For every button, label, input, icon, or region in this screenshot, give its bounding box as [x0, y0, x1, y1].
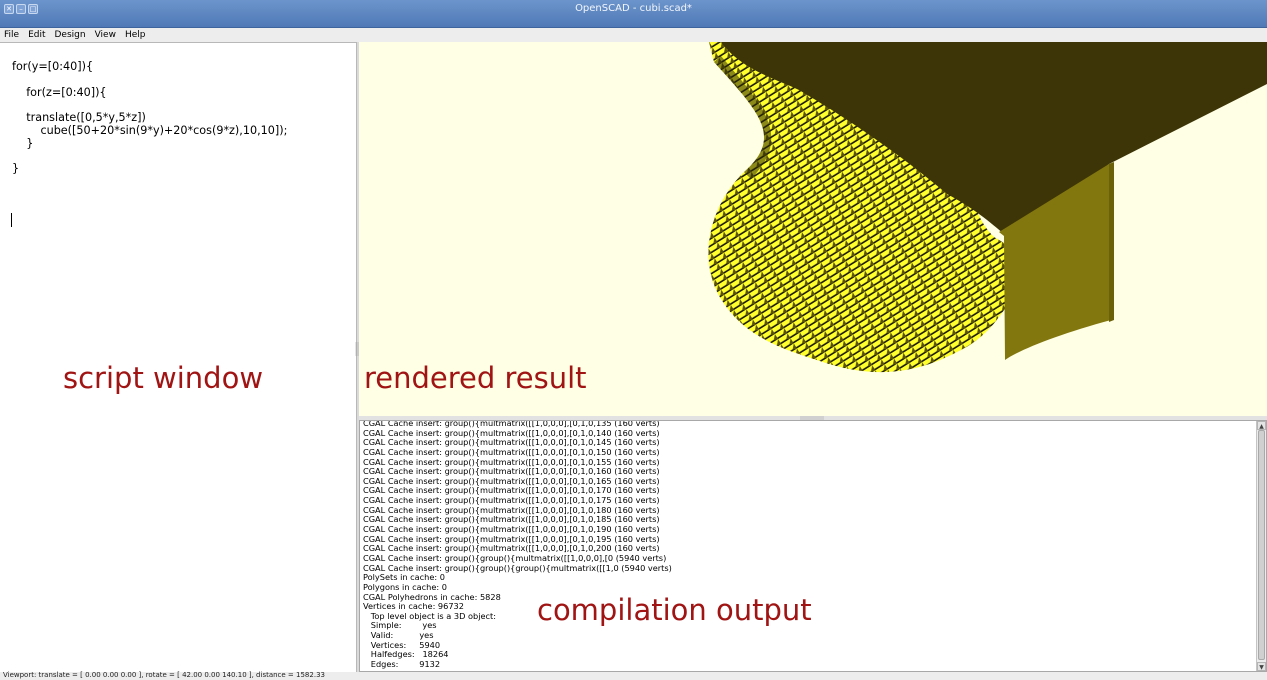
console-line: CGAL Cache insert: group(){multmatrix([[…	[363, 525, 660, 535]
console-line: CGAL Cache insert: group(){multmatrix([[…	[363, 467, 660, 477]
window-title: OpenSCAD - cubi.scad*	[575, 3, 692, 14]
console-output[interactable]: CGAL Cache insert: group(){multmatrix([[…	[359, 420, 1267, 672]
console-line: CGAL Cache insert: group(){multmatrix([[…	[363, 534, 660, 544]
text-cursor	[11, 213, 12, 227]
console-line: Vertices: 5940	[363, 640, 441, 650]
scroll-down-icon[interactable]: ▼	[1257, 662, 1266, 671]
console-line: CGAL Cache insert: group(){multmatrix([[…	[363, 428, 660, 438]
menu-help[interactable]: Help	[125, 30, 146, 40]
viewport-status: Viewport: translate = [ 0.00 0.00 0.00 ]…	[3, 671, 325, 679]
scroll-up-icon[interactable]: ▲	[1257, 421, 1266, 430]
console-line: CGAL Cache insert: group(){group(){group…	[363, 563, 672, 573]
console-lines: CGAL Cache insert: group(){multmatrix([[…	[363, 420, 1253, 670]
status-bar: Viewport: translate = [ 0.00 0.00 0.00 ]…	[0, 671, 1267, 680]
console-line: CGAL Cache insert: group(){multmatrix([[…	[363, 457, 660, 467]
console-line: Polygons in cache: 0	[363, 582, 447, 592]
script-editor[interactable]: for(y=[0:40]){ for(z=[0:40]){ translate(…	[0, 42, 357, 672]
console-line: Halfedges: 18264	[363, 650, 449, 660]
console-line: CGAL Cache insert: group(){multmatrix([[…	[363, 447, 660, 457]
render-viewport[interactable]	[359, 42, 1267, 416]
console-line: PolySets in cache: 0	[363, 573, 445, 583]
menu-file[interactable]: File	[4, 30, 19, 40]
console-line: CGAL Cache insert: group(){multmatrix([[…	[363, 438, 660, 448]
annotation-rendered-result: rendered result	[364, 361, 587, 395]
console-line: CGAL Cache insert: group(){multmatrix([[…	[363, 486, 660, 496]
console-line: Edges: 9132	[363, 660, 441, 670]
rendered-model	[708, 42, 1267, 373]
title-bar: ✕ – □ OpenSCAD - cubi.scad*	[0, 0, 1267, 28]
console-line: CGAL Cache insert: group(){multmatrix([[…	[363, 515, 660, 525]
console-line: CGAL Cache insert: group(){multmatrix([[…	[363, 420, 660, 428]
scrollbar-thumb[interactable]	[1258, 430, 1265, 660]
annotation-compilation-output: compilation output	[537, 593, 812, 627]
console-line: Valid: yes	[363, 631, 434, 641]
console-line: CGAL Cache insert: group(){multmatrix([[…	[363, 496, 660, 506]
menu-view[interactable]: View	[95, 30, 116, 40]
console-scrollbar[interactable]: ▲ ▼	[1256, 421, 1266, 671]
annotation-script-window: script window	[63, 361, 264, 395]
menu-design[interactable]: Design	[55, 30, 86, 40]
menu-bar: File Edit Design View Help	[0, 28, 1267, 42]
console-line: CGAL Cache insert: group(){multmatrix([[…	[363, 476, 660, 486]
side-edge	[1109, 162, 1114, 322]
console-line: CGAL Cache insert: group(){multmatrix([[…	[363, 505, 660, 515]
editor-code[interactable]: for(y=[0:40]){ for(z=[0:40]){ translate(…	[12, 60, 287, 176]
menu-edit[interactable]: Edit	[28, 30, 45, 40]
console-line: CGAL Cache insert: group(){multmatrix([[…	[363, 544, 660, 554]
console-line: CGAL Cache insert: group(){group(){multm…	[363, 553, 667, 563]
